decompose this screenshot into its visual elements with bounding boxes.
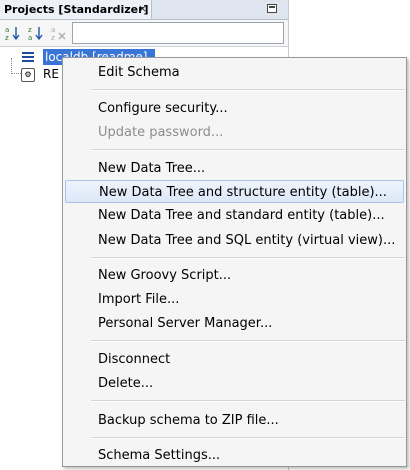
svg-text:a: a bbox=[28, 34, 32, 42]
menu-item-delete[interactable]: Delete... bbox=[64, 372, 405, 395]
tree-item[interactable]: RE bbox=[43, 66, 59, 82]
menu-separator bbox=[91, 257, 405, 259]
menu-separator bbox=[91, 400, 405, 402]
context-menu: Edit Schema Configure security... Update… bbox=[62, 57, 407, 467]
svg-text:z: z bbox=[5, 34, 9, 42]
tree-connector bbox=[11, 73, 21, 74]
menu-item-personal-server-manager[interactable]: Personal Server Manager... bbox=[64, 312, 405, 335]
svg-text:a: a bbox=[51, 26, 55, 34]
menu-item-new-data-tree[interactable]: New Data Tree... bbox=[64, 157, 405, 180]
tab-projects[interactable]: Projects [Standardizer] × bbox=[0, 0, 152, 19]
menu-item-new-data-tree-structure-entity[interactable]: New Data Tree and structure entity (tabl… bbox=[65, 180, 404, 203]
clear-sort-icon[interactable]: a z bbox=[50, 24, 68, 42]
minimize-icon[interactable] bbox=[267, 4, 277, 13]
menu-separator bbox=[91, 340, 405, 342]
menu-item-import-file[interactable]: Import File... bbox=[64, 288, 405, 311]
menu-item-update-password[interactable]: Update password... bbox=[64, 121, 405, 144]
panel-tab-bar: Projects [Standardizer] × bbox=[0, 0, 288, 20]
menu-item-new-data-tree-standard-entity[interactable]: New Data Tree and standard entity (table… bbox=[64, 204, 405, 227]
menu-item-schema-settings[interactable]: Schema Settings... bbox=[64, 444, 405, 467]
tree-connector bbox=[11, 58, 12, 74]
tab-title: Projects [Standardizer] bbox=[4, 3, 149, 16]
close-icon[interactable]: × bbox=[138, 0, 147, 17]
menu-separator bbox=[91, 437, 405, 439]
menu-separator bbox=[91, 89, 405, 91]
report-icon: ⚙ bbox=[21, 68, 35, 82]
sort-descending-icon[interactable]: z a bbox=[27, 24, 45, 42]
menu-item-new-data-tree-sql-entity[interactable]: New Data Tree and SQL entity (virtual vi… bbox=[64, 229, 405, 252]
database-icon bbox=[22, 52, 34, 64]
sort-ascending-icon[interactable]: a z bbox=[4, 24, 22, 42]
svg-text:a: a bbox=[5, 26, 9, 34]
menu-item-disconnect[interactable]: Disconnect bbox=[64, 348, 405, 371]
filter-input[interactable] bbox=[72, 22, 284, 44]
menu-item-new-groovy-script[interactable]: New Groovy Script... bbox=[64, 264, 405, 287]
svg-text:z: z bbox=[28, 26, 32, 34]
menu-item-backup-schema[interactable]: Backup schema to ZIP file... bbox=[64, 409, 405, 432]
menu-item-edit-schema[interactable]: Edit Schema bbox=[64, 61, 405, 84]
menu-separator bbox=[91, 149, 405, 151]
menu-item-configure-security[interactable]: Configure security... bbox=[64, 97, 405, 120]
svg-text:z: z bbox=[51, 34, 55, 42]
